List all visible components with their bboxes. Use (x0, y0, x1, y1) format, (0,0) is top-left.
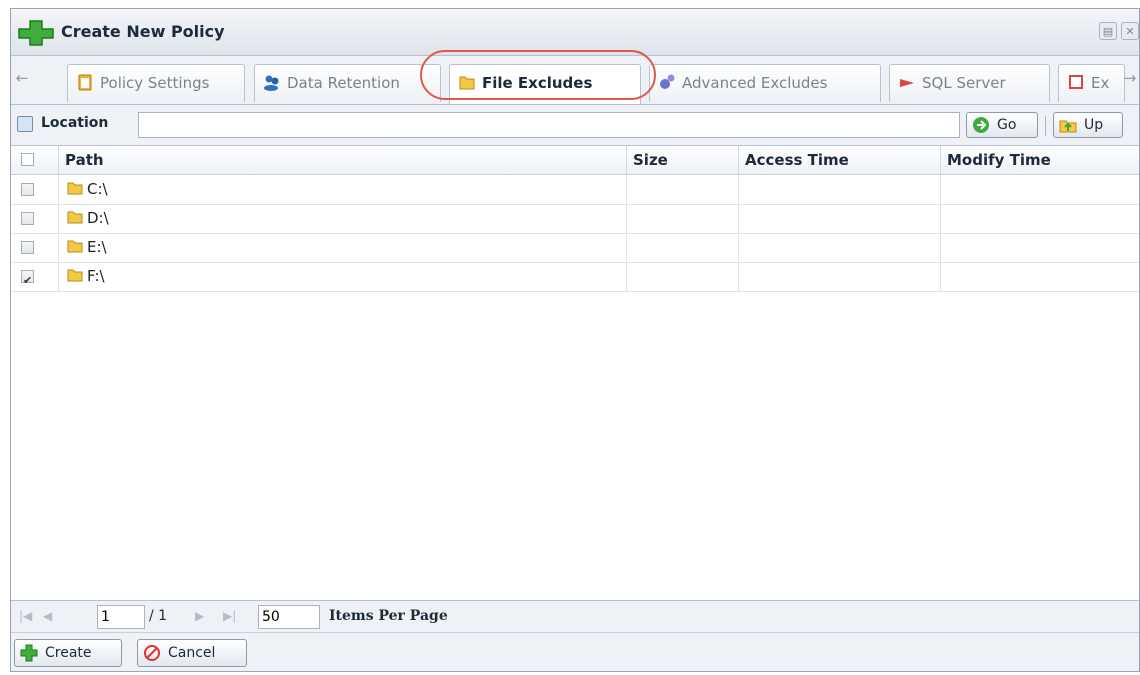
folder-icon (67, 269, 83, 282)
create-button[interactable]: Create (14, 639, 122, 667)
folder-up-icon (1059, 120, 1077, 133)
clipboard-icon (78, 74, 92, 90)
cell-access-time (739, 262, 941, 291)
tab-exchange[interactable]: Ex (1058, 64, 1125, 102)
row-select-cell (11, 233, 59, 262)
cell-modify-time (941, 204, 1139, 233)
table-row[interactable]: E:\ (11, 233, 1139, 263)
tab-advanced-excludes[interactable]: Advanced Excludes (649, 64, 881, 102)
folder-icon (67, 240, 83, 253)
create-policy-dialog: Create New Policy ▤ ✕ ← Policy Settings … (10, 8, 1140, 672)
select-all-checkbox[interactable] (21, 153, 34, 166)
gears-icon (660, 74, 675, 89)
cell-path: D:\ (59, 204, 627, 233)
toolbar-divider (1045, 116, 1046, 136)
prev-page-icon[interactable]: ◀ (43, 609, 52, 623)
column-access-time[interactable]: Access Time (739, 146, 941, 174)
tab-scroll-right-arrow-icon[interactable]: → (1119, 56, 1140, 104)
folder-icon (67, 211, 83, 224)
cell-size (627, 262, 739, 291)
plus-icon (20, 644, 38, 662)
cell-size (627, 175, 739, 204)
folder-icon (459, 76, 475, 89)
last-page-icon[interactable]: ▶| (223, 609, 236, 623)
row-select-cell (11, 204, 59, 233)
exchange-icon (1069, 74, 1083, 89)
grid-header: Path Size Access Time Modify Time (11, 146, 1139, 175)
dialog-footer: Create Cancel (11, 632, 1139, 671)
tab-strip: ← Policy Settings Data Retention File Ex… (11, 56, 1139, 105)
column-size[interactable]: Size (627, 146, 739, 174)
sql-icon (900, 78, 914, 87)
location-input[interactable] (138, 112, 960, 138)
location-toolbar: Location Go Up (11, 105, 1139, 146)
page-number-input[interactable] (97, 605, 145, 629)
pagination-bar: |◀ ◀ / 1 ▶ ▶| Items Per Page (11, 600, 1139, 633)
row-checkbox[interactable] (21, 241, 34, 254)
tab-policy-settings[interactable]: Policy Settings (67, 64, 245, 102)
folder-icon (67, 182, 83, 195)
file-grid: Path Size Access Time Modify Time C:\ D:\… (11, 146, 1139, 601)
restore-button[interactable]: ▤ (1099, 22, 1117, 40)
tab-scroll-left-arrow-icon[interactable]: ← (11, 56, 33, 104)
close-button[interactable]: ✕ (1121, 22, 1139, 40)
row-checkbox[interactable] (21, 212, 34, 225)
path-text[interactable]: F:\ (87, 267, 105, 285)
tab-sql-server[interactable]: SQL Server (889, 64, 1050, 102)
row-checkbox[interactable] (21, 183, 34, 196)
dialog-title: Create New Policy (61, 22, 225, 41)
path-text[interactable]: D:\ (87, 209, 109, 227)
table-row[interactable]: D:\ (11, 204, 1139, 234)
cell-size (627, 204, 739, 233)
path-text[interactable]: C:\ (87, 180, 108, 198)
cell-modify-time (941, 233, 1139, 262)
cell-access-time (739, 204, 941, 233)
row-select-cell (11, 175, 59, 204)
items-per-page-label: Items Per Page (329, 608, 448, 624)
location-icon (17, 116, 33, 132)
cell-modify-time (941, 175, 1139, 204)
cancel-icon (144, 645, 160, 661)
first-page-icon[interactable]: |◀ (19, 609, 32, 623)
select-all-cell (11, 146, 59, 174)
users-icon (264, 75, 279, 91)
column-path[interactable]: Path (59, 146, 627, 174)
cell-path: C:\ (59, 175, 627, 204)
total-pages: / 1 (149, 608, 168, 624)
location-label: Location (41, 115, 109, 131)
cell-size (627, 233, 739, 262)
column-modify-time[interactable]: Modify Time (941, 146, 1139, 174)
dialog-titlebar: Create New Policy ▤ ✕ (11, 9, 1139, 56)
path-text[interactable]: E:\ (87, 238, 107, 256)
row-checkbox[interactable] (21, 266, 34, 295)
cell-path: E:\ (59, 233, 627, 262)
up-button[interactable]: Up (1053, 112, 1123, 138)
tab-data-retention[interactable]: Data Retention (254, 64, 441, 102)
tab-file-excludes[interactable]: File Excludes (449, 64, 641, 104)
cancel-button[interactable]: Cancel (137, 639, 247, 667)
next-page-icon[interactable]: ▶ (195, 609, 204, 623)
table-row[interactable]: C:\ (11, 175, 1139, 205)
cell-access-time (739, 233, 941, 262)
row-select-cell (11, 262, 59, 295)
table-row[interactable]: F:\ (11, 262, 1139, 295)
cell-modify-time (941, 262, 1139, 291)
go-arrow-icon (973, 117, 989, 133)
green-plus-icon (18, 20, 54, 46)
cell-access-time (739, 175, 941, 204)
cell-path: F:\ (59, 262, 627, 291)
go-button[interactable]: Go (966, 112, 1038, 138)
items-per-page-input[interactable] (258, 605, 320, 629)
